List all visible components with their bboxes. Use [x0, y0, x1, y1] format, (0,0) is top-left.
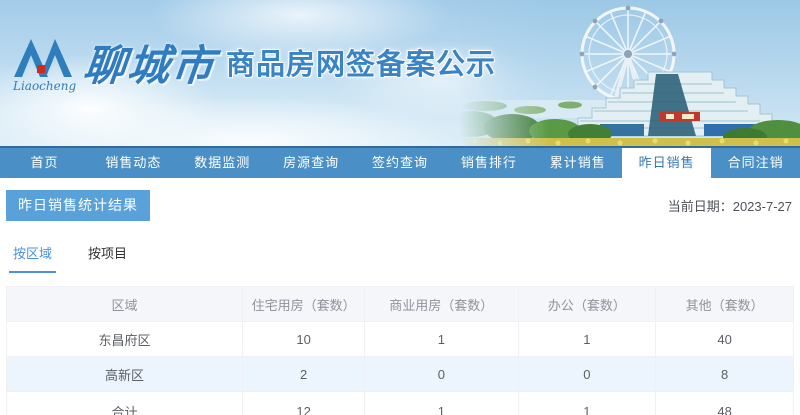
flower-strip [460, 138, 800, 146]
column-header: 商业用房（套数） [365, 287, 518, 322]
table-row: 合计121148 [7, 392, 794, 415]
nav-item[interactable]: 合同注销 [711, 148, 800, 178]
value-cell: 48 [656, 392, 794, 415]
site-title: 商品房网签备案公示 [226, 41, 496, 83]
nav-item[interactable]: 销售动态 [89, 148, 178, 178]
page: Liaocheng 聊城市 商品房网签备案公示 首页销售动态数据监测房源查询签约… [0, 0, 800, 415]
banner: Liaocheng 聊城市 商品房网签备案公示 [0, 0, 800, 146]
nav-item[interactable]: 签约查询 [356, 148, 445, 178]
view-tabs: 按区域按项目 [6, 243, 794, 273]
section-title-badge: 昨日销售统计结果 [6, 190, 150, 221]
banner-photo-ferris-wheel [460, 0, 800, 146]
column-header: 区域 [7, 287, 243, 322]
tab[interactable]: 按区域 [9, 243, 56, 273]
table-header-row: 区域住宅用房（套数）商业用房（套数）办公（套数）其他（套数） [7, 287, 794, 322]
value-cell: 2 [243, 357, 365, 392]
value-cell: 40 [656, 322, 794, 357]
table-row: 东昌府区101140 [7, 322, 794, 357]
value-cell: 0 [365, 357, 518, 392]
value-cell: 1 [518, 392, 656, 415]
region-cell: 高新区 [7, 357, 243, 392]
city-name-calligraphy: 聊城市 [81, 32, 219, 93]
table-head: 区域住宅用房（套数）商业用房（套数）办公（套数）其他（套数） [7, 287, 794, 322]
region-cell: 东昌府区 [7, 322, 243, 357]
column-header: 办公（套数） [518, 287, 656, 322]
value-cell: 1 [518, 322, 656, 357]
nav-item[interactable]: 房源查询 [267, 148, 356, 178]
logo-script-text: Liaocheng [12, 79, 76, 93]
value-cell: 1 [365, 392, 518, 415]
region-cell: 合计 [7, 392, 243, 415]
table-row: 高新区2008 [7, 357, 794, 392]
nav-item[interactable]: 首页 [0, 148, 89, 178]
liaocheng-logo: Liaocheng [12, 29, 78, 95]
table-body: 东昌府区101140高新区2008合计121148 [7, 322, 794, 415]
section-head: 昨日销售统计结果 当前日期：2023-7-27 [6, 190, 794, 221]
column-header: 其他（套数） [656, 287, 794, 322]
nav-item[interactable]: 数据监测 [178, 148, 267, 178]
value-cell: 1 [365, 322, 518, 357]
nav-item[interactable]: 累计销售 [533, 148, 622, 178]
sales-table: 区域住宅用房（套数）商业用房（套数）办公（套数）其他（套数） 东昌府区10114… [6, 286, 794, 415]
brand: Liaocheng 聊城市 商品房网签备案公示 [12, 24, 496, 100]
content: 昨日销售统计结果 当前日期：2023-7-27 按区域按项目 区域住宅用房（套数… [0, 190, 800, 415]
current-date: 当前日期：2023-7-27 [668, 196, 794, 215]
tab[interactable]: 按项目 [84, 243, 131, 273]
nav-item[interactable]: 昨日销售 [622, 148, 711, 178]
nav-item[interactable]: 销售排行 [444, 148, 533, 178]
value-cell: 12 [243, 392, 365, 415]
column-header: 住宅用房（套数） [243, 287, 365, 322]
value-cell: 0 [518, 357, 656, 392]
value-cell: 10 [243, 322, 365, 357]
value-cell: 8 [656, 357, 794, 392]
main-nav: 首页销售动态数据监测房源查询签约查询销售排行累计销售昨日销售合同注销 [0, 146, 800, 178]
